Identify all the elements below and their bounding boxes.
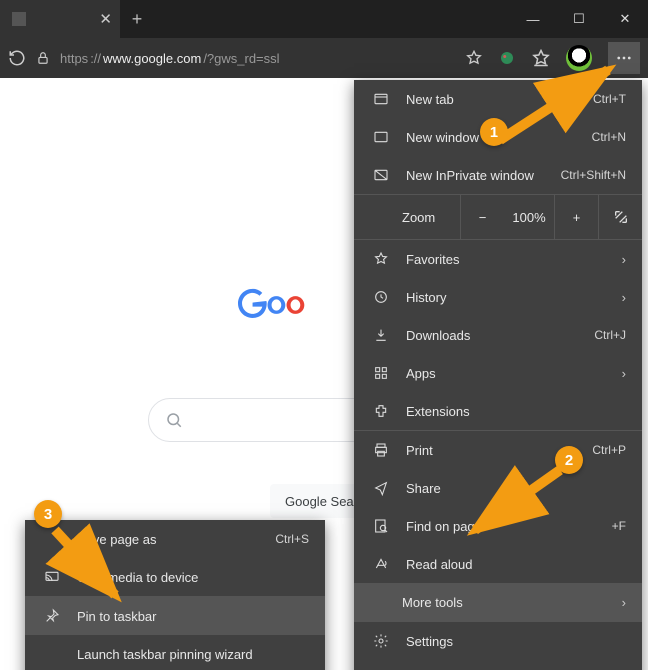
search-icon bbox=[165, 411, 183, 429]
menu-label: Settings bbox=[406, 634, 626, 649]
submenu-label: Save page as bbox=[77, 532, 259, 547]
chevron-right-icon: › bbox=[622, 252, 626, 267]
menu-shortcut: Ctrl+N bbox=[592, 130, 626, 144]
google-logo bbox=[238, 282, 348, 328]
menu-label: Downloads bbox=[406, 328, 578, 343]
menu-extensions[interactable]: Extensions bbox=[354, 392, 642, 430]
lock-icon[interactable] bbox=[36, 51, 50, 65]
menu-label: Favorites bbox=[406, 252, 606, 267]
menu-shortcut: Ctrl+J bbox=[594, 328, 626, 342]
submenu-shortcut: Ctrl+S bbox=[275, 532, 309, 546]
menu-settings[interactable]: Settings bbox=[354, 622, 642, 660]
close-tab-icon[interactable]: ✕ bbox=[99, 10, 112, 28]
pin-icon bbox=[43, 608, 61, 624]
star-icon bbox=[372, 251, 390, 267]
menu-label: More tools bbox=[402, 595, 606, 610]
title-bar: ✕ + — ☐ ✕ bbox=[0, 0, 648, 38]
find-icon bbox=[372, 518, 390, 534]
minimize-button[interactable]: — bbox=[510, 0, 556, 38]
menu-label: Apps bbox=[406, 366, 606, 381]
chevron-right-icon: › bbox=[622, 366, 626, 381]
menu-label: Extensions bbox=[406, 404, 626, 419]
annotation-badge-3: 3 bbox=[34, 500, 62, 528]
more-tools-submenu: Save page as Ctrl+S Cast media to device… bbox=[25, 520, 325, 670]
menu-new-inprivate[interactable]: New InPrivate window Ctrl+Shift+N bbox=[354, 156, 642, 194]
menu-label: Find on page bbox=[406, 519, 596, 534]
menu-shortcut: Ctrl+T bbox=[593, 92, 626, 106]
annotation-badge-2: 2 bbox=[555, 446, 583, 474]
menu-shortcut: Ctrl+P bbox=[592, 443, 626, 457]
apps-icon bbox=[372, 365, 390, 381]
browser-tab[interactable]: ✕ bbox=[0, 0, 120, 38]
inprivate-icon bbox=[372, 167, 390, 183]
menu-find[interactable]: Find on page +F bbox=[354, 507, 642, 545]
menu-apps[interactable]: Apps › bbox=[354, 354, 642, 392]
menu-label: New tab bbox=[406, 92, 577, 107]
address-bar[interactable]: https://www.google.com/?gws_rd=ssl bbox=[60, 51, 456, 66]
menu-downloads[interactable]: Downloads Ctrl+J bbox=[354, 316, 642, 354]
url-scheme: https bbox=[60, 51, 88, 66]
chevron-right-icon: › bbox=[622, 595, 626, 610]
menu-read-aloud[interactable]: Read aloud bbox=[354, 545, 642, 583]
url-sep: :// bbox=[90, 51, 101, 66]
tab-favicon bbox=[12, 12, 26, 26]
toolbar-right bbox=[466, 42, 640, 74]
zoom-out-button[interactable]: − bbox=[460, 195, 504, 239]
cast-icon bbox=[43, 569, 61, 585]
window-controls: — ☐ ✕ bbox=[510, 0, 648, 38]
new-window-icon bbox=[372, 129, 390, 145]
add-tab-button[interactable]: + bbox=[120, 0, 154, 38]
zoom-in-button[interactable]: + bbox=[554, 195, 598, 239]
gear-icon bbox=[372, 633, 390, 649]
refresh-icon[interactable] bbox=[8, 49, 26, 67]
menu-help[interactable]: Help and feedback › bbox=[354, 660, 642, 670]
chevron-right-icon: › bbox=[622, 290, 626, 305]
url-host: www.google.com bbox=[103, 51, 201, 66]
new-tab-icon bbox=[372, 91, 390, 107]
menu-new-tab[interactable]: New tab Ctrl+T bbox=[354, 80, 642, 118]
annotation-badge-1: 1 bbox=[480, 118, 508, 146]
share-icon bbox=[372, 480, 390, 496]
toolbar: https://www.google.com/?gws_rd=ssl bbox=[0, 38, 648, 78]
add-favorite-icon[interactable] bbox=[466, 50, 482, 66]
zoom-value: 100% bbox=[504, 195, 554, 239]
submenu-label: Launch taskbar pinning wizard bbox=[77, 647, 309, 662]
menu-label: New InPrivate window bbox=[406, 168, 545, 183]
url-path: /?gws_rd=ssl bbox=[203, 51, 279, 66]
history-icon bbox=[372, 289, 390, 305]
close-window-button[interactable]: ✕ bbox=[602, 0, 648, 38]
read-aloud-icon bbox=[372, 556, 390, 572]
profile-avatar[interactable] bbox=[566, 45, 592, 71]
menu-zoom: Zoom − 100% + bbox=[354, 195, 642, 239]
menu-label: Print bbox=[406, 443, 576, 458]
menu-more-tools[interactable]: More tools › bbox=[354, 583, 642, 621]
menu-label: History bbox=[406, 290, 606, 305]
submenu-pin-taskbar[interactable]: Pin to taskbar bbox=[25, 597, 325, 635]
submenu-cast[interactable]: Cast media to device bbox=[25, 558, 325, 596]
menu-favorites[interactable]: Favorites › bbox=[354, 240, 642, 278]
more-menu-button[interactable] bbox=[608, 42, 640, 74]
submenu-pin-wizard[interactable]: Launch taskbar pinning wizard bbox=[25, 635, 325, 670]
menu-print[interactable]: Print Ctrl+P bbox=[354, 431, 642, 469]
extensions-icon bbox=[372, 403, 390, 419]
submenu-save-page[interactable]: Save page as Ctrl+S bbox=[25, 520, 325, 558]
fullscreen-button[interactable] bbox=[598, 195, 642, 239]
print-icon bbox=[372, 442, 390, 458]
extension-icon[interactable] bbox=[498, 49, 516, 67]
submenu-label: Pin to taskbar bbox=[77, 609, 309, 624]
menu-history[interactable]: History › bbox=[354, 278, 642, 316]
submenu-label: Cast media to device bbox=[77, 570, 309, 585]
menu-shortcut: +F bbox=[612, 519, 626, 533]
maximize-button[interactable]: ☐ bbox=[556, 0, 602, 38]
menu-label: Share bbox=[406, 481, 626, 496]
download-icon bbox=[372, 327, 390, 343]
menu-share[interactable]: Share bbox=[354, 469, 642, 507]
main-menu: New tab Ctrl+T New window Ctrl+N New InP… bbox=[354, 80, 642, 670]
menu-shortcut: Ctrl+Shift+N bbox=[561, 168, 626, 182]
zoom-label: Zoom bbox=[354, 210, 460, 225]
menu-label: Read aloud bbox=[406, 557, 626, 572]
favorites-bar-icon[interactable] bbox=[532, 49, 550, 67]
